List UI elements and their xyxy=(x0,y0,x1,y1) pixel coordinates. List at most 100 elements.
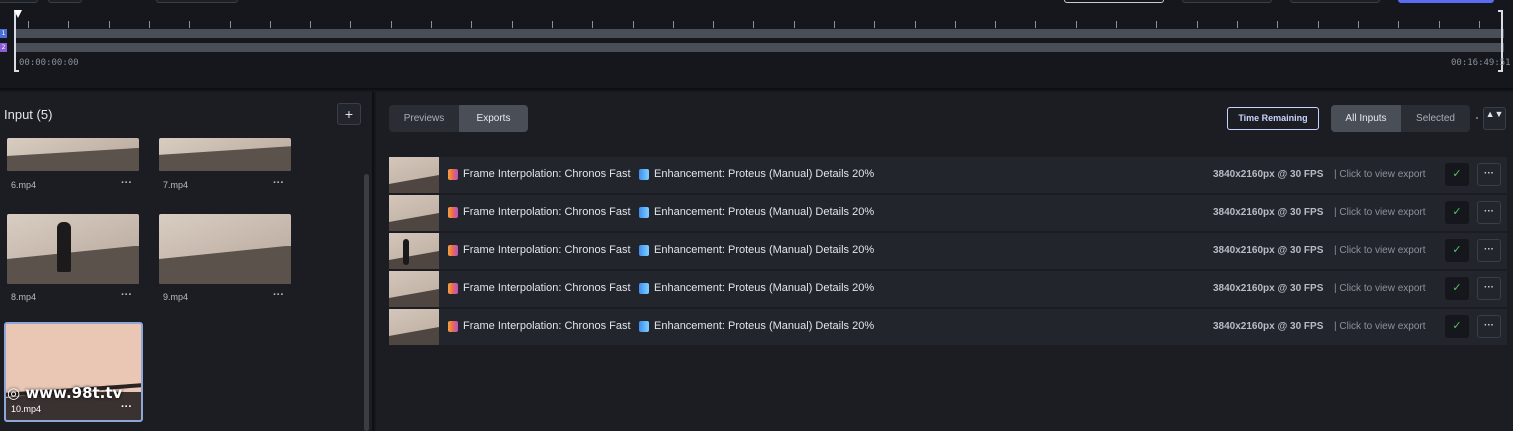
input-item-more-button[interactable]: ··· xyxy=(273,289,284,301)
view-export-link[interactable]: | Click to view export xyxy=(1334,245,1426,256)
view-export-link[interactable]: | Click to view export xyxy=(1334,321,1426,332)
export-resolution: 3840x2160px @ 30 FPS xyxy=(1213,169,1324,180)
export-more-button[interactable]: ··· xyxy=(1477,239,1501,262)
export-button[interactable] xyxy=(1398,0,1494,3)
input-item-name: 8.mp4 xyxy=(11,292,37,302)
ruler-tick xyxy=(633,21,634,28)
export-thumbnail[interactable] xyxy=(389,195,439,231)
toolbar-button[interactable] xyxy=(1290,0,1380,3)
ruler-tick xyxy=(350,21,351,28)
sort-button[interactable]: ▲▼ xyxy=(1483,107,1506,130)
track-number-1: 1 xyxy=(0,29,7,38)
export-more-button[interactable]: ··· xyxy=(1477,201,1501,224)
end-timecode: 00:16:49:51 xyxy=(1451,58,1511,68)
input-scrollbar[interactable] xyxy=(364,174,369,431)
ruler-tick xyxy=(28,21,29,28)
tab-all-inputs[interactable]: All Inputs xyxy=(1331,105,1401,132)
export-resolution: 3840x2160px @ 30 FPS xyxy=(1213,321,1324,332)
input-thumbnail[interactable] xyxy=(7,138,139,171)
view-export-link[interactable]: | Click to view export xyxy=(1334,207,1426,218)
ruler-tick xyxy=(149,21,150,28)
ruler-tick xyxy=(1156,21,1157,28)
ruler-tick xyxy=(310,21,311,28)
export-more-button[interactable]: ··· xyxy=(1477,277,1501,300)
ruler-tick xyxy=(230,21,231,28)
toolbar-toggle[interactable] xyxy=(1182,0,1272,3)
ruler-tick xyxy=(915,21,916,28)
complete-check-icon[interactable]: ✓ xyxy=(1445,277,1469,300)
view-export-link[interactable]: | Click to view export xyxy=(1334,283,1426,294)
export-resolution: 3840x2160px @ 30 FPS xyxy=(1213,207,1324,218)
playhead-icon[interactable] xyxy=(14,10,22,18)
exports-panel: Previews Exports Time Remaining All Inpu… xyxy=(376,92,1513,431)
export-more-button[interactable]: ··· xyxy=(1477,315,1501,338)
ruler-tick xyxy=(1398,21,1399,28)
export-resolution: 3840x2160px @ 30 FPS xyxy=(1213,283,1324,294)
tab-selected[interactable]: Selected xyxy=(1401,105,1470,132)
ruler-tick xyxy=(552,21,553,28)
filter-tabs: All Inputs Selected xyxy=(1331,105,1470,132)
export-thumbnail[interactable] xyxy=(389,309,439,345)
complete-check-icon[interactable]: ✓ xyxy=(1445,315,1469,338)
timeline-track-2[interactable] xyxy=(14,43,1504,52)
track-number-2: 2 xyxy=(0,43,7,52)
tab-previews[interactable]: Previews xyxy=(389,105,459,132)
enhancement-icon xyxy=(639,283,649,294)
export-resolution: 3840x2160px @ 30 FPS xyxy=(1213,245,1324,256)
toolbar-dropdown[interactable] xyxy=(156,0,238,3)
enhancement-icon xyxy=(639,169,649,180)
frame-interpolation-icon xyxy=(448,169,458,180)
timeline-track-1[interactable] xyxy=(14,29,1504,38)
input-item-name: 9.mp4 xyxy=(163,292,189,302)
ruler-tick xyxy=(592,21,593,28)
toolbar-outline-button[interactable] xyxy=(1064,0,1164,3)
ruler-tick xyxy=(1237,21,1238,28)
frame-interpolation-icon xyxy=(448,321,458,332)
export-row[interactable]: Frame Interpolation: Chronos Fast Enhance… xyxy=(389,271,1507,307)
ruler-tick xyxy=(431,21,432,28)
export-more-button[interactable]: ··· xyxy=(1477,163,1501,186)
model-enhancement-label: Enhancement: Proteus (Manual) Details 20… xyxy=(654,168,875,180)
ruler-tick xyxy=(874,21,875,28)
frame-interpolation-icon xyxy=(448,245,458,256)
time-remaining-button[interactable]: Time Remaining xyxy=(1227,107,1319,130)
export-row[interactable]: Frame Interpolation: Chronos Fast Enhance… xyxy=(389,195,1507,231)
complete-check-icon[interactable]: ✓ xyxy=(1445,163,1469,186)
export-thumbnail[interactable] xyxy=(389,157,439,193)
ruler-tick xyxy=(1479,21,1480,28)
export-row[interactable]: Frame Interpolation: Chronos Fast Enhance… xyxy=(389,309,1507,345)
ruler-tick xyxy=(1076,21,1077,28)
ruler-tick xyxy=(1439,21,1440,28)
timeline-ruler[interactable] xyxy=(14,11,1504,29)
ruler-tick xyxy=(391,21,392,28)
input-item-more-button[interactable]: ··· xyxy=(121,289,132,301)
toolbar-button[interactable] xyxy=(0,0,38,3)
ruler-tick xyxy=(512,21,513,28)
export-row[interactable]: Frame Interpolation: Chronos Fast Enhance… xyxy=(389,233,1507,269)
ruler-tick xyxy=(109,21,110,28)
input-item-name: 10.mp4 xyxy=(11,404,42,414)
complete-check-icon[interactable]: ✓ xyxy=(1445,239,1469,262)
input-item-more-button[interactable]: ··· xyxy=(273,177,284,189)
timeline[interactable]: 1 2 00:00:00:00 00:16:49:51 xyxy=(0,0,1513,90)
view-export-link[interactable]: | Click to view export xyxy=(1334,169,1426,180)
ruler-tick xyxy=(1277,21,1278,28)
input-item-more-button[interactable]: ··· xyxy=(121,177,132,189)
export-thumbnail[interactable] xyxy=(389,233,439,269)
export-thumbnail[interactable] xyxy=(389,271,439,307)
input-thumbnail[interactable] xyxy=(159,214,291,284)
start-timecode: 00:00:00:00 xyxy=(19,58,79,68)
input-thumbnail[interactable] xyxy=(7,214,139,284)
frame-interpolation-icon xyxy=(448,283,458,294)
input-thumbnail[interactable] xyxy=(159,138,291,171)
ruler-tick xyxy=(1358,21,1359,28)
ruler-tick xyxy=(995,21,996,28)
tab-exports[interactable]: Exports xyxy=(459,105,528,132)
model-interpolation-label: Frame Interpolation: Chronos Fast xyxy=(463,206,631,218)
input-item-more-button[interactable]: ··· xyxy=(121,401,132,413)
enhancement-icon xyxy=(639,245,649,256)
complete-check-icon[interactable]: ✓ xyxy=(1445,201,1469,224)
add-input-button[interactable]: + xyxy=(337,103,361,125)
export-row[interactable]: Frame Interpolation: Chronos Fast Enhance… xyxy=(389,157,1507,193)
toolbar-button[interactable] xyxy=(48,0,82,3)
